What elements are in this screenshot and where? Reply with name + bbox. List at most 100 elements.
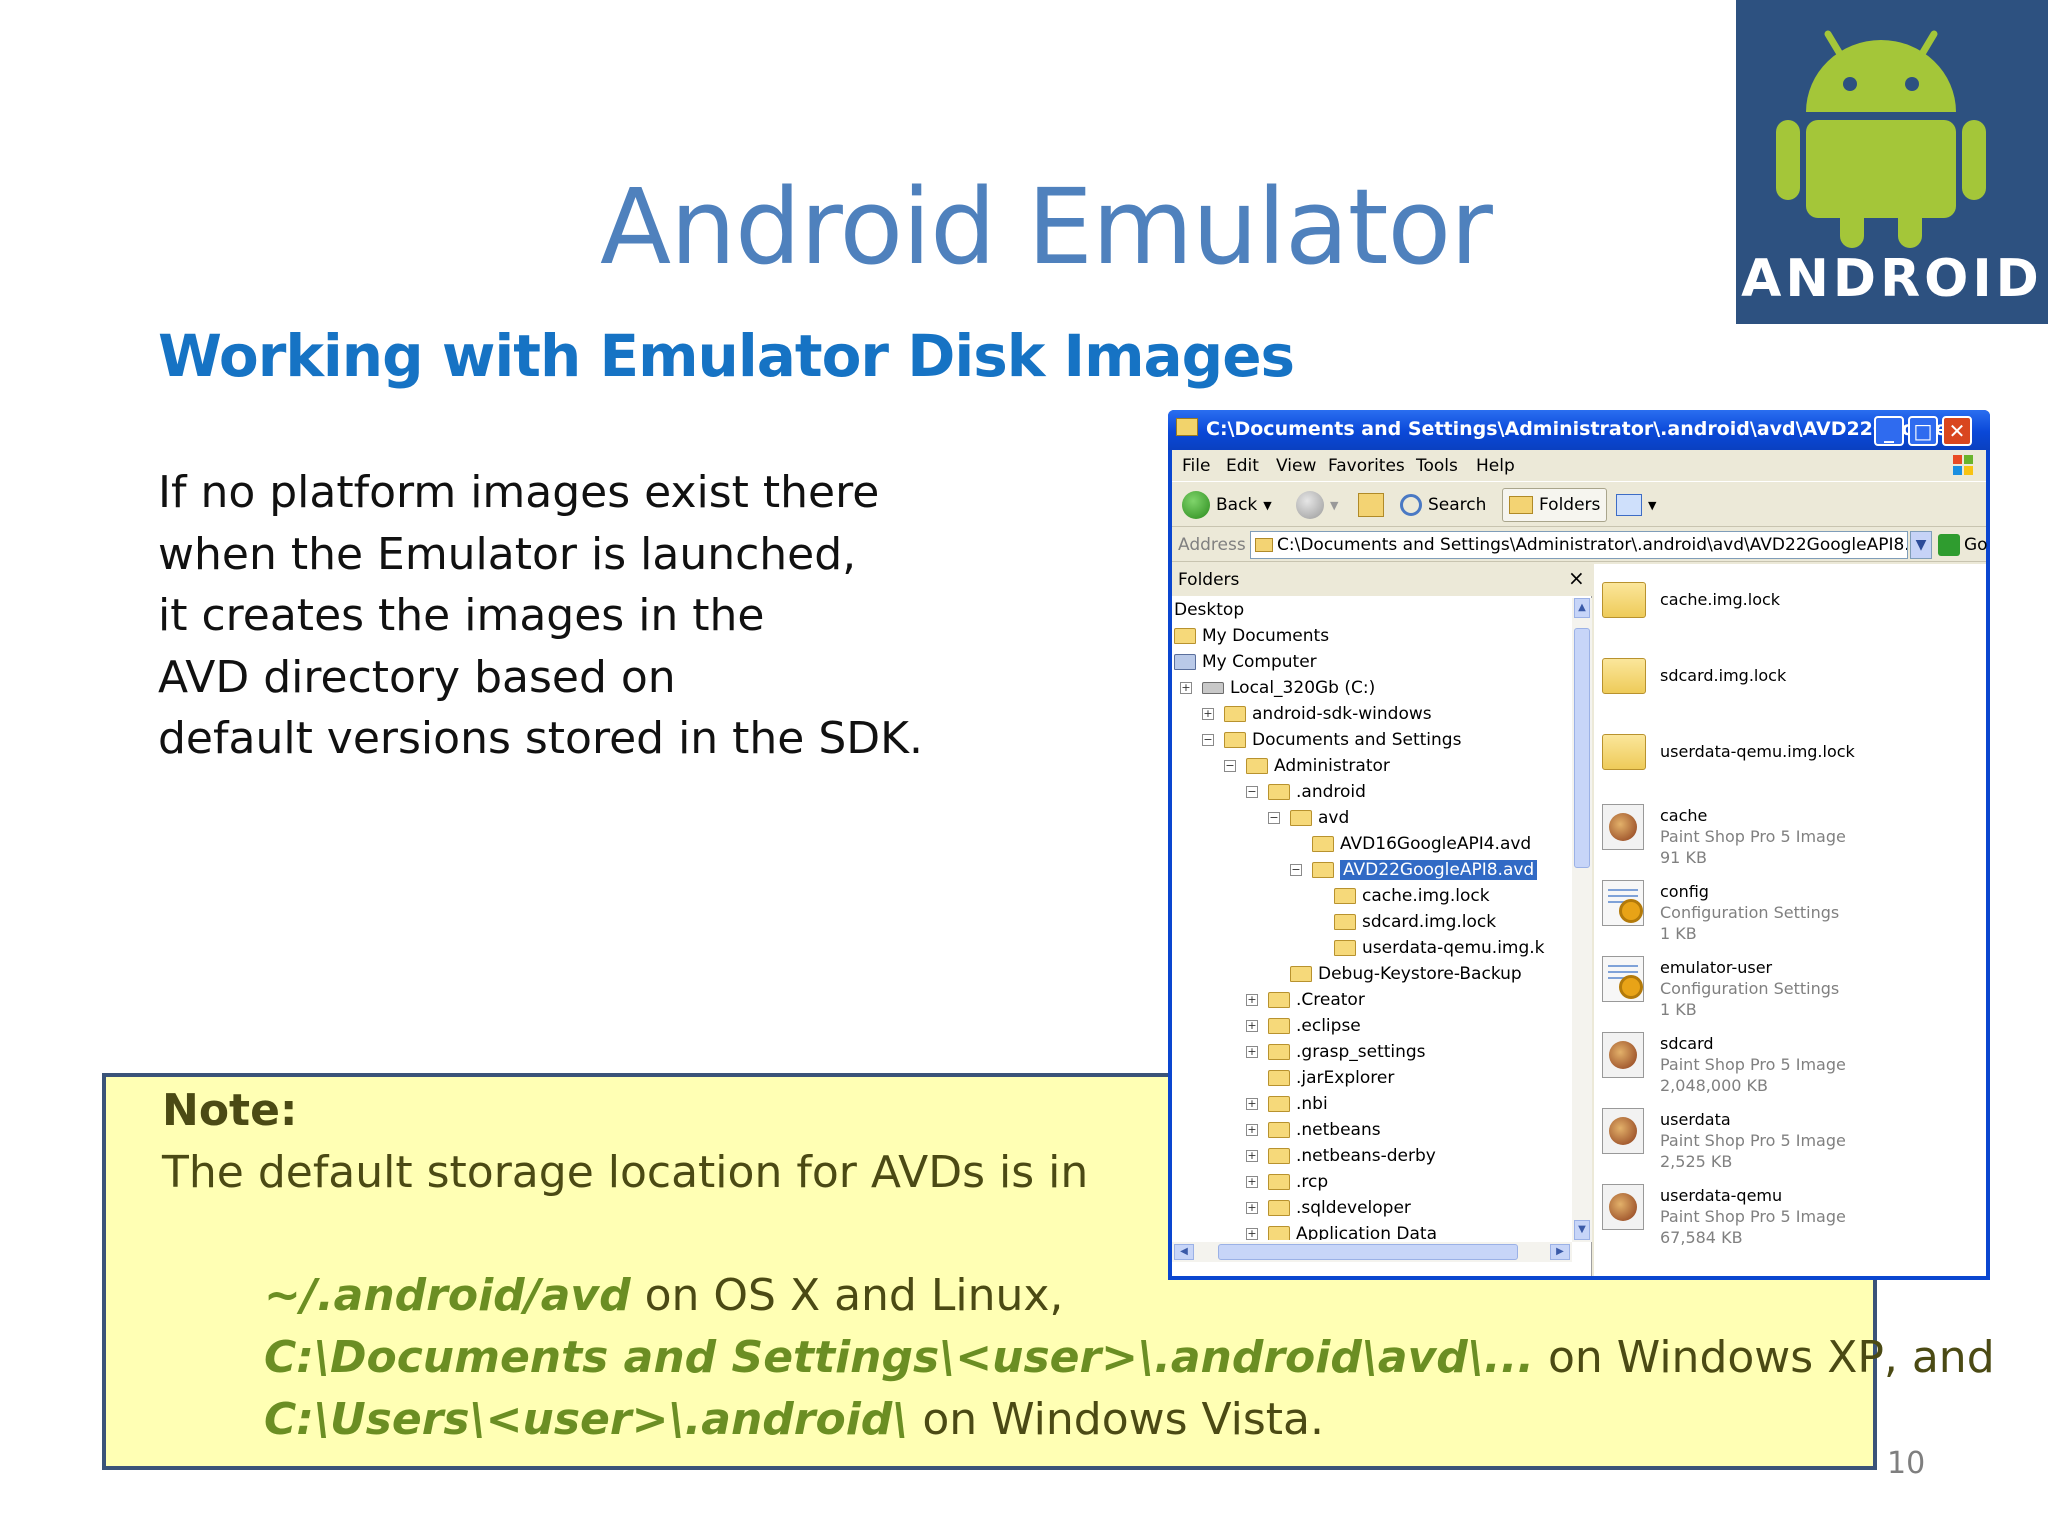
expand-icon[interactable]: + (1246, 1098, 1258, 1110)
tree-item[interactable]: − .android (1246, 780, 1366, 804)
close-pane-icon[interactable]: × (1568, 566, 1585, 590)
scroll-thumb[interactable] (1218, 1244, 1518, 1260)
tree-item[interactable]: .jarExplorer (1246, 1066, 1394, 1090)
tree-item[interactable]: Desktop (1174, 598, 1244, 622)
file-item[interactable]: sdcard.img.lock (1594, 644, 1986, 720)
collapse-icon[interactable]: − (1246, 786, 1258, 798)
menu-help[interactable]: Help (1476, 456, 1515, 476)
tree-item[interactable]: sdcard.img.lock (1312, 910, 1496, 934)
tree-item[interactable]: − Administrator (1224, 754, 1390, 778)
address-label: Address (1178, 535, 1246, 555)
address-bar: Address C:\Documents and Settings\Admini… (1172, 528, 1988, 562)
tree-item[interactable]: + .netbeans-derby (1246, 1144, 1436, 1168)
tree-vertical-scrollbar[interactable]: ▲ ▼ (1572, 598, 1592, 1242)
file-size: 1 KB (1660, 1000, 1697, 1019)
tree-item-label: .netbeans (1296, 1120, 1381, 1140)
file-item[interactable]: cache.img.lock (1594, 568, 1986, 644)
close-button[interactable]: ✕ (1942, 416, 1972, 446)
collapse-icon[interactable]: − (1290, 864, 1302, 876)
tree-item[interactable]: Debug-Keystore-Backup (1268, 962, 1522, 986)
window-titlebar[interactable]: C:\Documents and Settings\Administrator\… (1168, 410, 1990, 450)
file-item[interactable]: userdata-qemu.img.lock (1594, 720, 1986, 796)
expand-icon[interactable]: + (1180, 682, 1192, 694)
tree-item-label: AVD22GoogleAPI8.avd (1340, 860, 1538, 880)
tree-item[interactable]: + .nbi (1246, 1092, 1328, 1116)
search-button[interactable]: Search (1400, 488, 1486, 522)
tree-item[interactable]: cache.img.lock (1312, 884, 1490, 908)
tree-item[interactable]: + Application Data (1246, 1222, 1437, 1240)
tree-item[interactable]: + Local_320Gb (C:) (1180, 676, 1375, 700)
back-button[interactable]: Back ▼ (1182, 488, 1272, 522)
file-item[interactable]: config Configuration Settings 1 KB (1594, 872, 1986, 948)
folder-icon (1268, 1226, 1290, 1240)
file-item[interactable]: cache Paint Shop Pro 5 Image 91 KB (1594, 796, 1986, 872)
collapse-icon[interactable]: − (1202, 734, 1214, 746)
expand-icon[interactable]: + (1246, 1020, 1258, 1032)
expand-icon[interactable]: + (1246, 1046, 1258, 1058)
scroll-thumb[interactable] (1574, 628, 1590, 868)
tree-item[interactable]: AVD16GoogleAPI4.avd (1290, 832, 1531, 856)
tree-item[interactable]: My Documents (1174, 624, 1329, 648)
collapse-icon[interactable]: − (1268, 812, 1280, 824)
tree-item-label: .netbeans-derby (1296, 1146, 1436, 1166)
collapse-icon[interactable]: − (1224, 760, 1236, 772)
expand-icon[interactable]: + (1246, 1124, 1258, 1136)
folders-button[interactable]: Folders (1502, 488, 1608, 522)
file-item[interactable]: userdata-qemu Paint Shop Pro 5 Image 67,58… (1594, 1176, 1986, 1252)
file-item[interactable]: sdcard Paint Shop Pro 5 Image 2,048,000 KB (1594, 1024, 1986, 1100)
tree-horizontal-scrollbar[interactable]: ◀ ▶ (1172, 1242, 1572, 1262)
tree-item[interactable]: + .netbeans (1246, 1118, 1381, 1142)
go-label: Go (1964, 535, 1988, 555)
scroll-down-icon[interactable]: ▼ (1574, 1220, 1590, 1240)
tree-item[interactable]: + .rcp (1246, 1170, 1328, 1194)
menu-tools[interactable]: Tools (1416, 456, 1458, 476)
menu-favorites[interactable]: Favorites (1328, 456, 1405, 476)
tree-item[interactable]: + android-sdk-windows (1202, 702, 1432, 726)
maximize-button[interactable]: □ (1908, 416, 1938, 446)
close-icon: ✕ (1948, 419, 1966, 443)
tree-item[interactable]: My Computer (1174, 650, 1317, 674)
expand-icon[interactable]: + (1246, 1202, 1258, 1214)
expand-icon[interactable]: + (1246, 994, 1258, 1006)
expand-icon[interactable]: + (1202, 708, 1214, 720)
scroll-right-icon[interactable]: ▶ (1550, 1244, 1570, 1260)
file-item[interactable]: emulator-user Configuration Settings 1 KB (1594, 948, 1986, 1024)
scroll-left-icon[interactable]: ◀ (1174, 1244, 1194, 1260)
tree-item[interactable]: + .sqldeveloper (1246, 1196, 1411, 1220)
minimize-button[interactable]: _ (1874, 416, 1904, 446)
menu-edit[interactable]: Edit (1226, 456, 1259, 476)
tree-item[interactable]: − avd (1268, 806, 1349, 830)
scroll-up-icon[interactable]: ▲ (1574, 598, 1590, 618)
address-dropdown-button[interactable]: ▼ (1910, 531, 1932, 559)
tree-item[interactable]: userdata-qemu.img.k (1312, 936, 1545, 960)
chevron-down-icon: ▼ (1263, 498, 1272, 512)
file-item[interactable]: userdata Paint Shop Pro 5 Image 2,525 KB (1594, 1100, 1986, 1176)
tree-item-label: AVD16GoogleAPI4.avd (1340, 834, 1532, 854)
chevron-down-icon: ▼ (1330, 498, 1339, 512)
back-arrow-icon (1182, 491, 1210, 519)
tree-item[interactable]: − Documents and Settings (1202, 728, 1461, 752)
expand-icon[interactable]: + (1246, 1228, 1258, 1240)
forward-button[interactable]: ▼ (1296, 488, 1338, 522)
tree-item-label: Application Data (1296, 1224, 1437, 1240)
go-button[interactable]: Go (1938, 534, 1988, 556)
folder-icon (1268, 1044, 1290, 1060)
expand-icon[interactable]: + (1246, 1176, 1258, 1188)
tree-item[interactable]: + .eclipse (1246, 1014, 1361, 1038)
address-input[interactable]: C:\Documents and Settings\Administrator\… (1250, 531, 1908, 559)
views-button[interactable]: ▼ (1616, 488, 1656, 522)
folder-icon (1268, 992, 1290, 1008)
maximize-icon: □ (1913, 419, 1933, 443)
tree-item[interactable]: − AVD22GoogleAPI8.avd (1290, 858, 1538, 882)
minimize-icon: _ (1884, 419, 1894, 443)
file-type: Paint Shop Pro 5 Image (1660, 1055, 1846, 1074)
tree-item[interactable]: + .Creator (1246, 988, 1365, 1012)
tree-item-label: android-sdk-windows (1252, 704, 1432, 724)
expand-icon[interactable]: + (1246, 1150, 1258, 1162)
folder-icon (1224, 706, 1246, 722)
menu-file[interactable]: File (1182, 456, 1210, 476)
menu-view[interactable]: View (1276, 456, 1316, 476)
up-folder-button[interactable] (1358, 488, 1384, 522)
slide-subtitle: Working with Emulator Disk Images (158, 322, 1295, 390)
tree-item[interactable]: + .grasp_settings (1246, 1040, 1426, 1064)
